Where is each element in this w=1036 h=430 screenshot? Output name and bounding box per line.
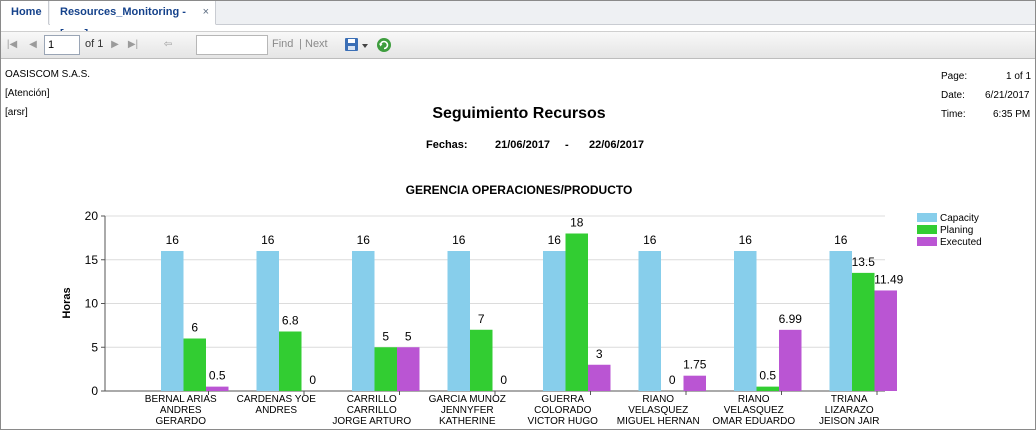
bar-planing	[183, 338, 206, 391]
x-tick-label: CARDENAS YOE	[237, 394, 317, 405]
y-tick-label: 10	[85, 297, 99, 311]
x-tick-label: KATHERINE	[439, 416, 496, 427]
data-label: 3	[596, 347, 603, 361]
data-label: 16	[834, 233, 848, 247]
x-tick-label: ANDRES	[255, 405, 297, 416]
bar-capacity	[638, 251, 661, 391]
data-label: 13.5	[852, 255, 876, 269]
x-tick-label: MIGUEL HERNAN	[617, 416, 700, 427]
x-tick-label: TRIANA	[831, 394, 868, 405]
data-label: 6	[191, 321, 198, 335]
legend-swatch-planing	[917, 225, 937, 234]
bar-capacity	[829, 251, 852, 391]
x-tick-label: VELASQUEZ	[724, 405, 784, 416]
data-label: 0.5	[759, 369, 776, 383]
data-label: 5	[405, 329, 412, 343]
bar-executed	[874, 290, 897, 391]
legend-label-planing: Planing	[940, 225, 973, 236]
data-label: 16	[548, 233, 562, 247]
bar-executed	[206, 386, 229, 391]
x-tick-label: GARCIA MUNOZ	[429, 394, 506, 405]
data-label: 6.99	[779, 312, 803, 326]
bar-capacity	[256, 251, 279, 391]
y-tick-label: 20	[85, 209, 99, 223]
legend-swatch-capacity	[917, 213, 937, 222]
data-label: 5	[382, 329, 389, 343]
data-label: 16	[166, 233, 180, 247]
bar-planing	[756, 386, 779, 391]
data-label: 6.8	[282, 314, 299, 328]
data-label: 1.75	[683, 358, 707, 372]
bar-executed	[779, 329, 802, 391]
bar-planing	[470, 329, 493, 391]
bar-executed	[588, 364, 611, 391]
x-tick-label: RIANO	[738, 394, 770, 405]
bar-executed	[397, 347, 420, 391]
data-label: 16	[643, 233, 657, 247]
x-tick-label: COLORADO	[534, 405, 591, 416]
x-tick-label: CARRILLO	[347, 405, 397, 416]
x-tick-label: VICTOR HUGO	[528, 416, 599, 427]
x-tick-label: JEISON JAIR	[819, 416, 880, 427]
y-axis-label: Horas	[61, 287, 73, 318]
data-label: 16	[739, 233, 753, 247]
x-tick-label: ANDRES	[160, 405, 202, 416]
bar-planing	[565, 233, 588, 391]
data-label: 0	[669, 373, 676, 387]
x-tick-label: LIZARAZO	[825, 405, 874, 416]
x-tick-label: GERARDO	[155, 416, 206, 427]
resources-bar-chart: 05101520Horas1660.5BERNAL ARIASANDRESGER…	[61, 209, 982, 427]
data-label: 0	[500, 373, 507, 387]
x-tick-label: JORGE ARTURO	[332, 416, 411, 427]
bar-capacity	[447, 251, 470, 391]
data-label: 16	[357, 233, 371, 247]
bar-planing	[279, 331, 302, 391]
y-tick-label: 5	[91, 340, 98, 354]
data-label: 0	[309, 373, 316, 387]
bar-capacity	[161, 251, 184, 391]
legend-label-executed: Executed	[940, 237, 982, 248]
data-label: 11.49	[874, 272, 903, 286]
data-label: 7	[478, 312, 485, 326]
bar-planing	[852, 272, 875, 391]
data-label: 16	[452, 233, 466, 247]
x-tick-label: OMAR EDUARDO	[712, 416, 795, 427]
bar-capacity	[734, 251, 757, 391]
x-tick-label: CARRILLO	[347, 394, 397, 405]
x-tick-label: RIANO	[642, 394, 674, 405]
x-tick-label: VELASQUEZ	[628, 405, 688, 416]
bar-capacity	[543, 251, 566, 391]
x-tick-label: GUERRA	[541, 394, 584, 405]
y-tick-label: 0	[91, 384, 98, 398]
legend-label-capacity: Capacity	[940, 213, 979, 224]
data-label: 0.5	[209, 369, 226, 383]
bar-executed	[683, 375, 706, 391]
x-tick-label: JENNYFER	[441, 405, 494, 416]
legend-swatch-executed	[917, 237, 937, 246]
bar-capacity	[352, 251, 375, 391]
y-tick-label: 15	[85, 253, 99, 267]
x-tick-label: BERNAL ARIAS	[145, 394, 217, 405]
data-label: 18	[570, 216, 584, 230]
bar-planing	[374, 347, 397, 391]
data-label: 16	[261, 233, 275, 247]
